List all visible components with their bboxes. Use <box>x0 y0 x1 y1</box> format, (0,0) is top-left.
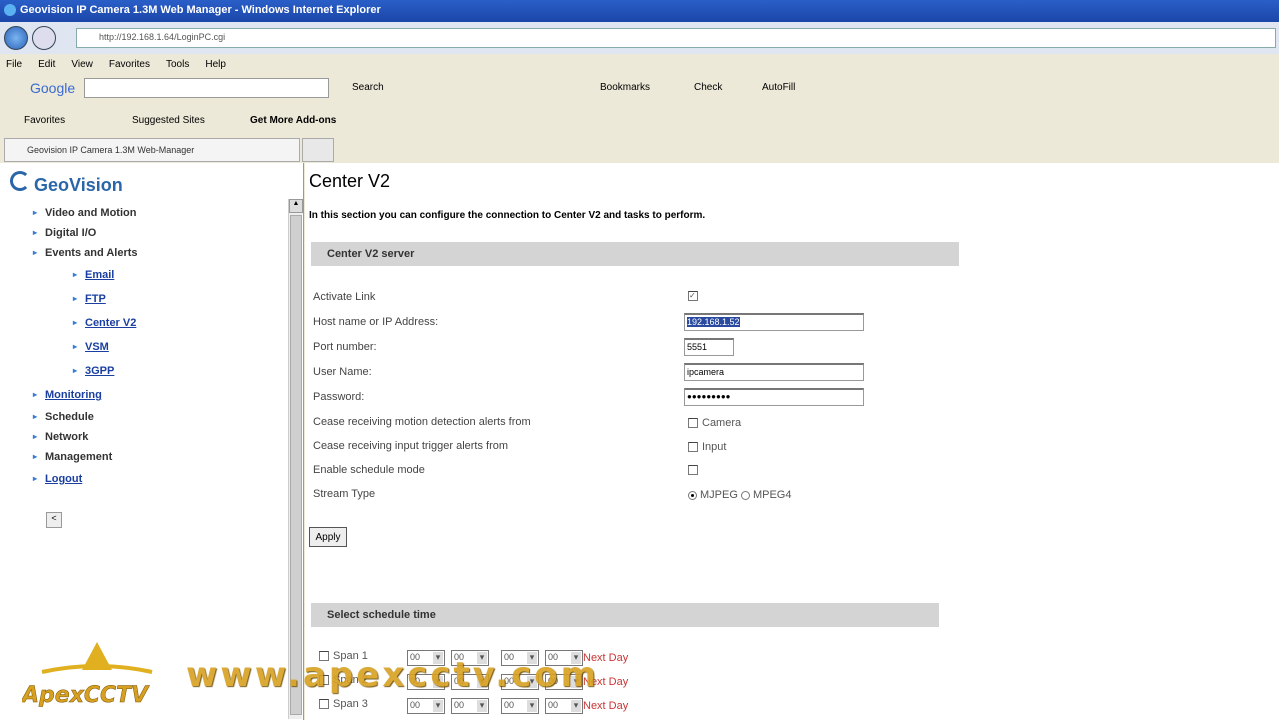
autofill-button[interactable]: AutoFill <box>762 82 795 93</box>
nav-management[interactable]: Management <box>33 451 112 463</box>
password-input[interactable]: ●●●●●●●●● <box>684 388 864 406</box>
menu-edit[interactable]: Edit <box>38 59 55 70</box>
window-title: Geovision IP Camera 1.3M Web Manager - W… <box>20 4 381 16</box>
camera-label: Camera <box>702 417 742 429</box>
label-password: Password: <box>313 391 365 403</box>
activate-checkbox[interactable]: ✓ <box>688 290 702 302</box>
menu-view[interactable]: View <box>71 59 93 70</box>
input-label: Input <box>702 441 727 453</box>
menu-bar: File Edit View Favorites Tools Help <box>0 56 1279 76</box>
nav-events-alerts[interactable]: Events and Alerts <box>33 247 137 259</box>
svg-text:ApexCCTV: ApexCCTV <box>22 683 150 708</box>
nav-video-motion[interactable]: Video and Motion <box>33 207 137 219</box>
menu-help[interactable]: Help <box>205 59 226 70</box>
geovision-logo: GeoVision <box>10 171 123 196</box>
content-panel: Center V2 In this section you can config… <box>305 163 1279 720</box>
host-value: 192.168.1.52 <box>687 317 740 327</box>
apply-button[interactable]: Apply <box>309 527 347 547</box>
page-description: In this section you can configure the co… <box>309 210 706 221</box>
scroll-up-icon[interactable]: ▲ <box>289 199 303 213</box>
label-user: User Name: <box>313 366 372 378</box>
forward-icon[interactable] <box>32 26 56 50</box>
google-toolbar: Google Search Bookmarks Check AutoFill <box>0 76 1279 102</box>
section-header-server: Center V2 server <box>311 242 959 266</box>
nav-monitoring[interactable]: Monitoring <box>33 389 102 401</box>
mpeg4-label: MPEG4 <box>752 489 792 501</box>
google-search-button[interactable]: Search <box>352 82 384 93</box>
nav-vsm[interactable]: VSM <box>73 341 109 353</box>
next-day-label: Next Day <box>583 700 629 712</box>
mjpeg-radio[interactable]: MJPEG <box>688 489 738 501</box>
sidebar-scrollbar[interactable]: ▲ <box>288 199 303 719</box>
time-select[interactable]: 00 <box>451 698 489 714</box>
camera-checkbox[interactable]: Camera <box>688 417 741 429</box>
label-activate: Activate Link <box>313 291 376 303</box>
favorites-button[interactable]: Favorites <box>24 115 65 126</box>
mpeg4-radio[interactable]: MPEG4 <box>740 489 792 501</box>
collapse-button[interactable]: < <box>46 512 62 528</box>
label-schedule: Enable schedule mode <box>313 464 425 476</box>
section-header-schedule: Select schedule time <box>311 603 939 627</box>
user-input[interactable]: ipcamera <box>684 363 864 381</box>
nav-logout[interactable]: Logout <box>33 473 82 485</box>
browser-tab[interactable]: Geovision IP Camera 1.3M Web-Manager <box>4 138 300 162</box>
scroll-thumb[interactable] <box>290 215 302 715</box>
stream-type-radios: MJPEG MPEG4 <box>688 489 791 501</box>
label-cease-motion: Cease receiving motion detection alerts … <box>313 416 531 428</box>
nav-3gpp[interactable]: 3GPP <box>73 365 115 377</box>
host-input[interactable]: 192.168.1.52 <box>684 313 864 331</box>
label-stream: Stream Type <box>313 488 376 500</box>
url-input[interactable]: http://192.168.1.64/LoginPC.cgi <box>76 28 1276 48</box>
label-host: Host name or IP Address: <box>313 316 439 328</box>
menu-file[interactable]: File <box>6 59 22 70</box>
check-button[interactable]: Check <box>694 82 722 93</box>
span-checkbox[interactable] <box>319 699 329 710</box>
suggested-sites-link[interactable]: Suggested Sites <box>132 115 205 126</box>
menu-tools[interactable]: Tools <box>166 59 189 70</box>
favorites-bar: Favorites Suggested Sites Get More Add-o… <box>0 108 1279 134</box>
label-cease-input: Cease receiving input trigger alerts fro… <box>313 440 509 452</box>
new-tab-button[interactable] <box>302 138 334 162</box>
window-title-bar: Geovision IP Camera 1.3M Web Manager - W… <box>0 0 1279 22</box>
apexcctv-logo: ApexCCTV <box>22 642 153 708</box>
nav-ftp[interactable]: FTP <box>73 293 106 305</box>
nav-digital-io[interactable]: Digital I/O <box>33 227 96 239</box>
ie-icon <box>4 4 16 16</box>
sidebar: GeoVision Video and Motion Digital I/O E… <box>0 163 304 720</box>
watermark-url: www.apexcctv.com <box>186 655 600 695</box>
page-title: Center V2 <box>309 171 391 191</box>
nav-schedule[interactable]: Schedule <box>33 411 94 423</box>
nav-network[interactable]: Network <box>33 431 89 443</box>
bookmarks-button[interactable]: Bookmarks <box>600 82 650 93</box>
nav-center-v2[interactable]: Center V2 <box>73 317 136 329</box>
mjpeg-label: MJPEG <box>700 489 738 501</box>
back-icon[interactable] <box>4 26 28 50</box>
schedule-checkbox[interactable] <box>688 464 702 476</box>
time-select[interactable]: 00 <box>501 698 539 714</box>
get-addons-link[interactable]: Get More Add-ons <box>250 115 336 126</box>
span-label: Span 3 <box>333 698 368 710</box>
schedule-span-row: Span 300000000Next Day <box>319 698 639 716</box>
google-logo: Google <box>30 80 76 96</box>
label-port: Port number: <box>313 341 377 353</box>
address-bar: http://192.168.1.64/LoginPC.cgi <box>0 22 1279 54</box>
time-select[interactable]: 00 <box>545 698 583 714</box>
time-select[interactable]: 00 <box>407 698 445 714</box>
nav-email[interactable]: Email <box>73 269 115 281</box>
google-search-input[interactable] <box>84 78 329 98</box>
port-input[interactable]: 5551 <box>684 338 734 356</box>
menu-favorites[interactable]: Favorites <box>109 59 150 70</box>
input-checkbox[interactable]: Input <box>688 441 726 453</box>
